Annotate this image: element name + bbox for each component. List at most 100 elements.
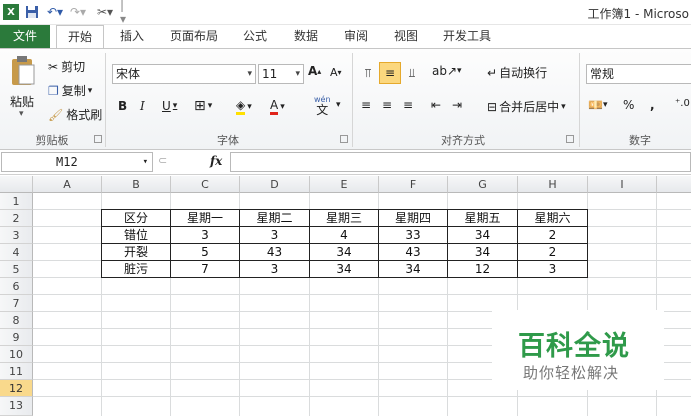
underline-button[interactable]: U ▾ (162, 99, 177, 113)
table-cell[interactable]: 34 (448, 227, 518, 244)
shrink-font-button[interactable]: A ▾ (330, 66, 342, 79)
table-cell[interactable]: 43 (240, 244, 310, 261)
table-cell[interactable]: 开裂 (102, 244, 171, 261)
increase-decimal-icon[interactable]: ⁺.0 (675, 98, 690, 109)
table-cell[interactable]: 错位 (102, 227, 171, 244)
table-header-cell[interactable]: 星期一 (171, 210, 240, 227)
table-cell[interactable]: 脏污 (102, 261, 171, 278)
wrap-text-button[interactable]: ↵ 自动换行 (487, 64, 547, 81)
row-header[interactable]: 11 (0, 363, 33, 380)
save-icon[interactable] (24, 4, 40, 20)
row-header[interactable]: 9 (0, 329, 33, 346)
tab-formulas[interactable]: 公式 (234, 25, 276, 48)
insert-function-button[interactable]: fx (210, 154, 222, 168)
cut-button[interactable]: ✂ 剪切 (48, 58, 85, 75)
table-cell[interactable]: 3 (240, 261, 310, 278)
column-header-h[interactable]: H (518, 176, 588, 193)
table-cell[interactable]: 34 (310, 244, 379, 261)
clipboard-launcher-icon[interactable] (94, 135, 102, 143)
align-bottom-icon[interactable]: ⫫ (403, 63, 421, 83)
tab-developer[interactable]: 开发工具 (436, 25, 498, 48)
align-center-icon[interactable]: ≡ (382, 98, 392, 112)
table-cell[interactable]: 3 (518, 261, 588, 278)
table-header-cell[interactable]: 星期四 (379, 210, 448, 227)
grow-font-button[interactable]: A ▴ (308, 64, 321, 78)
align-middle-icon[interactable]: ≡ (379, 62, 401, 84)
row-header[interactable]: 3 (0, 227, 33, 244)
name-box[interactable]: M12 ▾ (1, 152, 153, 172)
table-cell[interactable]: 2 (518, 227, 588, 244)
percent-button[interactable]: % (623, 98, 634, 112)
table-cell[interactable]: 7 (171, 261, 240, 278)
column-header-d[interactable]: D (240, 176, 310, 193)
phonetic-dropdown-icon[interactable]: ▾ (336, 100, 341, 110)
undo-icon[interactable]: ↶▾ (45, 4, 65, 20)
column-header-i[interactable]: I (588, 176, 657, 193)
column-header-b[interactable]: B (102, 176, 171, 193)
phonetic-guide-button[interactable]: wén 文 (314, 95, 331, 116)
formula-bar-handle-icon[interactable]: ⊂ (158, 154, 167, 167)
row-header[interactable]: 6 (0, 278, 33, 295)
table-cell[interactable]: 3 (171, 227, 240, 244)
currency-button[interactable]: 💴 ▾ (588, 98, 607, 112)
row-header[interactable]: 1 (0, 193, 33, 210)
row-header-selected[interactable]: 12 (0, 380, 33, 397)
table-cell[interactable]: 5 (171, 244, 240, 261)
row-header[interactable]: 10 (0, 346, 33, 363)
decrease-indent-icon[interactable]: ⇤ (431, 98, 441, 112)
column-header-e[interactable]: E (310, 176, 379, 193)
align-right-icon[interactable]: ≡ (403, 98, 413, 112)
table-header-cell[interactable]: 区分 (102, 210, 171, 227)
paste-button[interactable]: 粘贴 (10, 93, 34, 110)
column-header-f[interactable]: F (379, 176, 448, 193)
customize-quick-access-icon[interactable]: ✂▾ (94, 4, 116, 20)
merge-center-button[interactable]: ⊟ 合并后居中 ▾ (487, 98, 566, 115)
align-left-icon[interactable]: ≡ (361, 98, 371, 112)
increase-indent-icon[interactable]: ⇥ (452, 98, 462, 112)
font-name-select[interactable]: 宋体 ▾ (112, 64, 256, 84)
tab-file[interactable]: 文件 (0, 25, 50, 48)
tab-view[interactable]: 视图 (384, 25, 428, 48)
table-header-cell[interactable]: 星期五 (448, 210, 518, 227)
column-header-c[interactable]: C (171, 176, 240, 193)
column-header-partial[interactable] (657, 176, 691, 193)
table-cell[interactable]: 4 (310, 227, 379, 244)
table-cell[interactable]: 34 (310, 261, 379, 278)
comma-style-button[interactable]: , (650, 98, 655, 112)
orientation-button[interactable]: ab↗ ▾ (432, 64, 462, 78)
row-header[interactable]: 13 (0, 397, 33, 416)
tab-insert[interactable]: 插入 (110, 25, 154, 48)
align-top-icon[interactable]: ⫪ (359, 63, 377, 83)
font-launcher-icon[interactable] (340, 135, 348, 143)
table-header-cell[interactable]: 星期三 (310, 210, 379, 227)
select-all-corner[interactable] (0, 176, 33, 193)
tab-data[interactable]: 数据 (284, 25, 328, 48)
table-cell[interactable]: 34 (448, 244, 518, 261)
copy-button[interactable]: ❐ 复制 ▾ (48, 82, 92, 99)
table-header-cell[interactable]: 星期六 (518, 210, 588, 227)
bold-button[interactable]: B (118, 99, 127, 113)
tab-review[interactable]: 审阅 (336, 25, 376, 48)
font-size-select[interactable]: 11 ▾ (258, 64, 304, 84)
format-painter-button[interactable]: 🖌 格式刷 (48, 106, 102, 123)
table-cell[interactable]: 33 (379, 227, 448, 244)
fill-color-button[interactable]: ◈ ▾ (236, 98, 252, 115)
name-box-dropdown-icon[interactable]: ▾ (143, 153, 148, 171)
quick-access-menu-icon[interactable]: |▾ (120, 0, 130, 26)
row-header[interactable]: 2 (0, 210, 33, 227)
row-header[interactable]: 5 (0, 261, 33, 278)
tab-page-layout[interactable]: 页面布局 (162, 25, 226, 48)
formula-input[interactable] (230, 152, 691, 172)
table-cell[interactable]: 34 (379, 261, 448, 278)
column-header-a[interactable]: A (33, 176, 102, 193)
paste-dropdown-icon[interactable]: ▾ (19, 109, 24, 119)
number-format-select[interactable]: 常规 (586, 64, 691, 84)
tab-home[interactable]: 开始 (56, 25, 104, 49)
alignment-launcher-icon[interactable] (566, 135, 574, 143)
borders-button[interactable]: ⊞ ▾ (194, 98, 212, 114)
font-color-button[interactable]: A ▾ (270, 98, 285, 115)
table-cell[interactable]: 12 (448, 261, 518, 278)
table-cell[interactable]: 43 (379, 244, 448, 261)
row-header[interactable]: 4 (0, 244, 33, 261)
table-cell[interactable]: 2 (518, 244, 588, 261)
